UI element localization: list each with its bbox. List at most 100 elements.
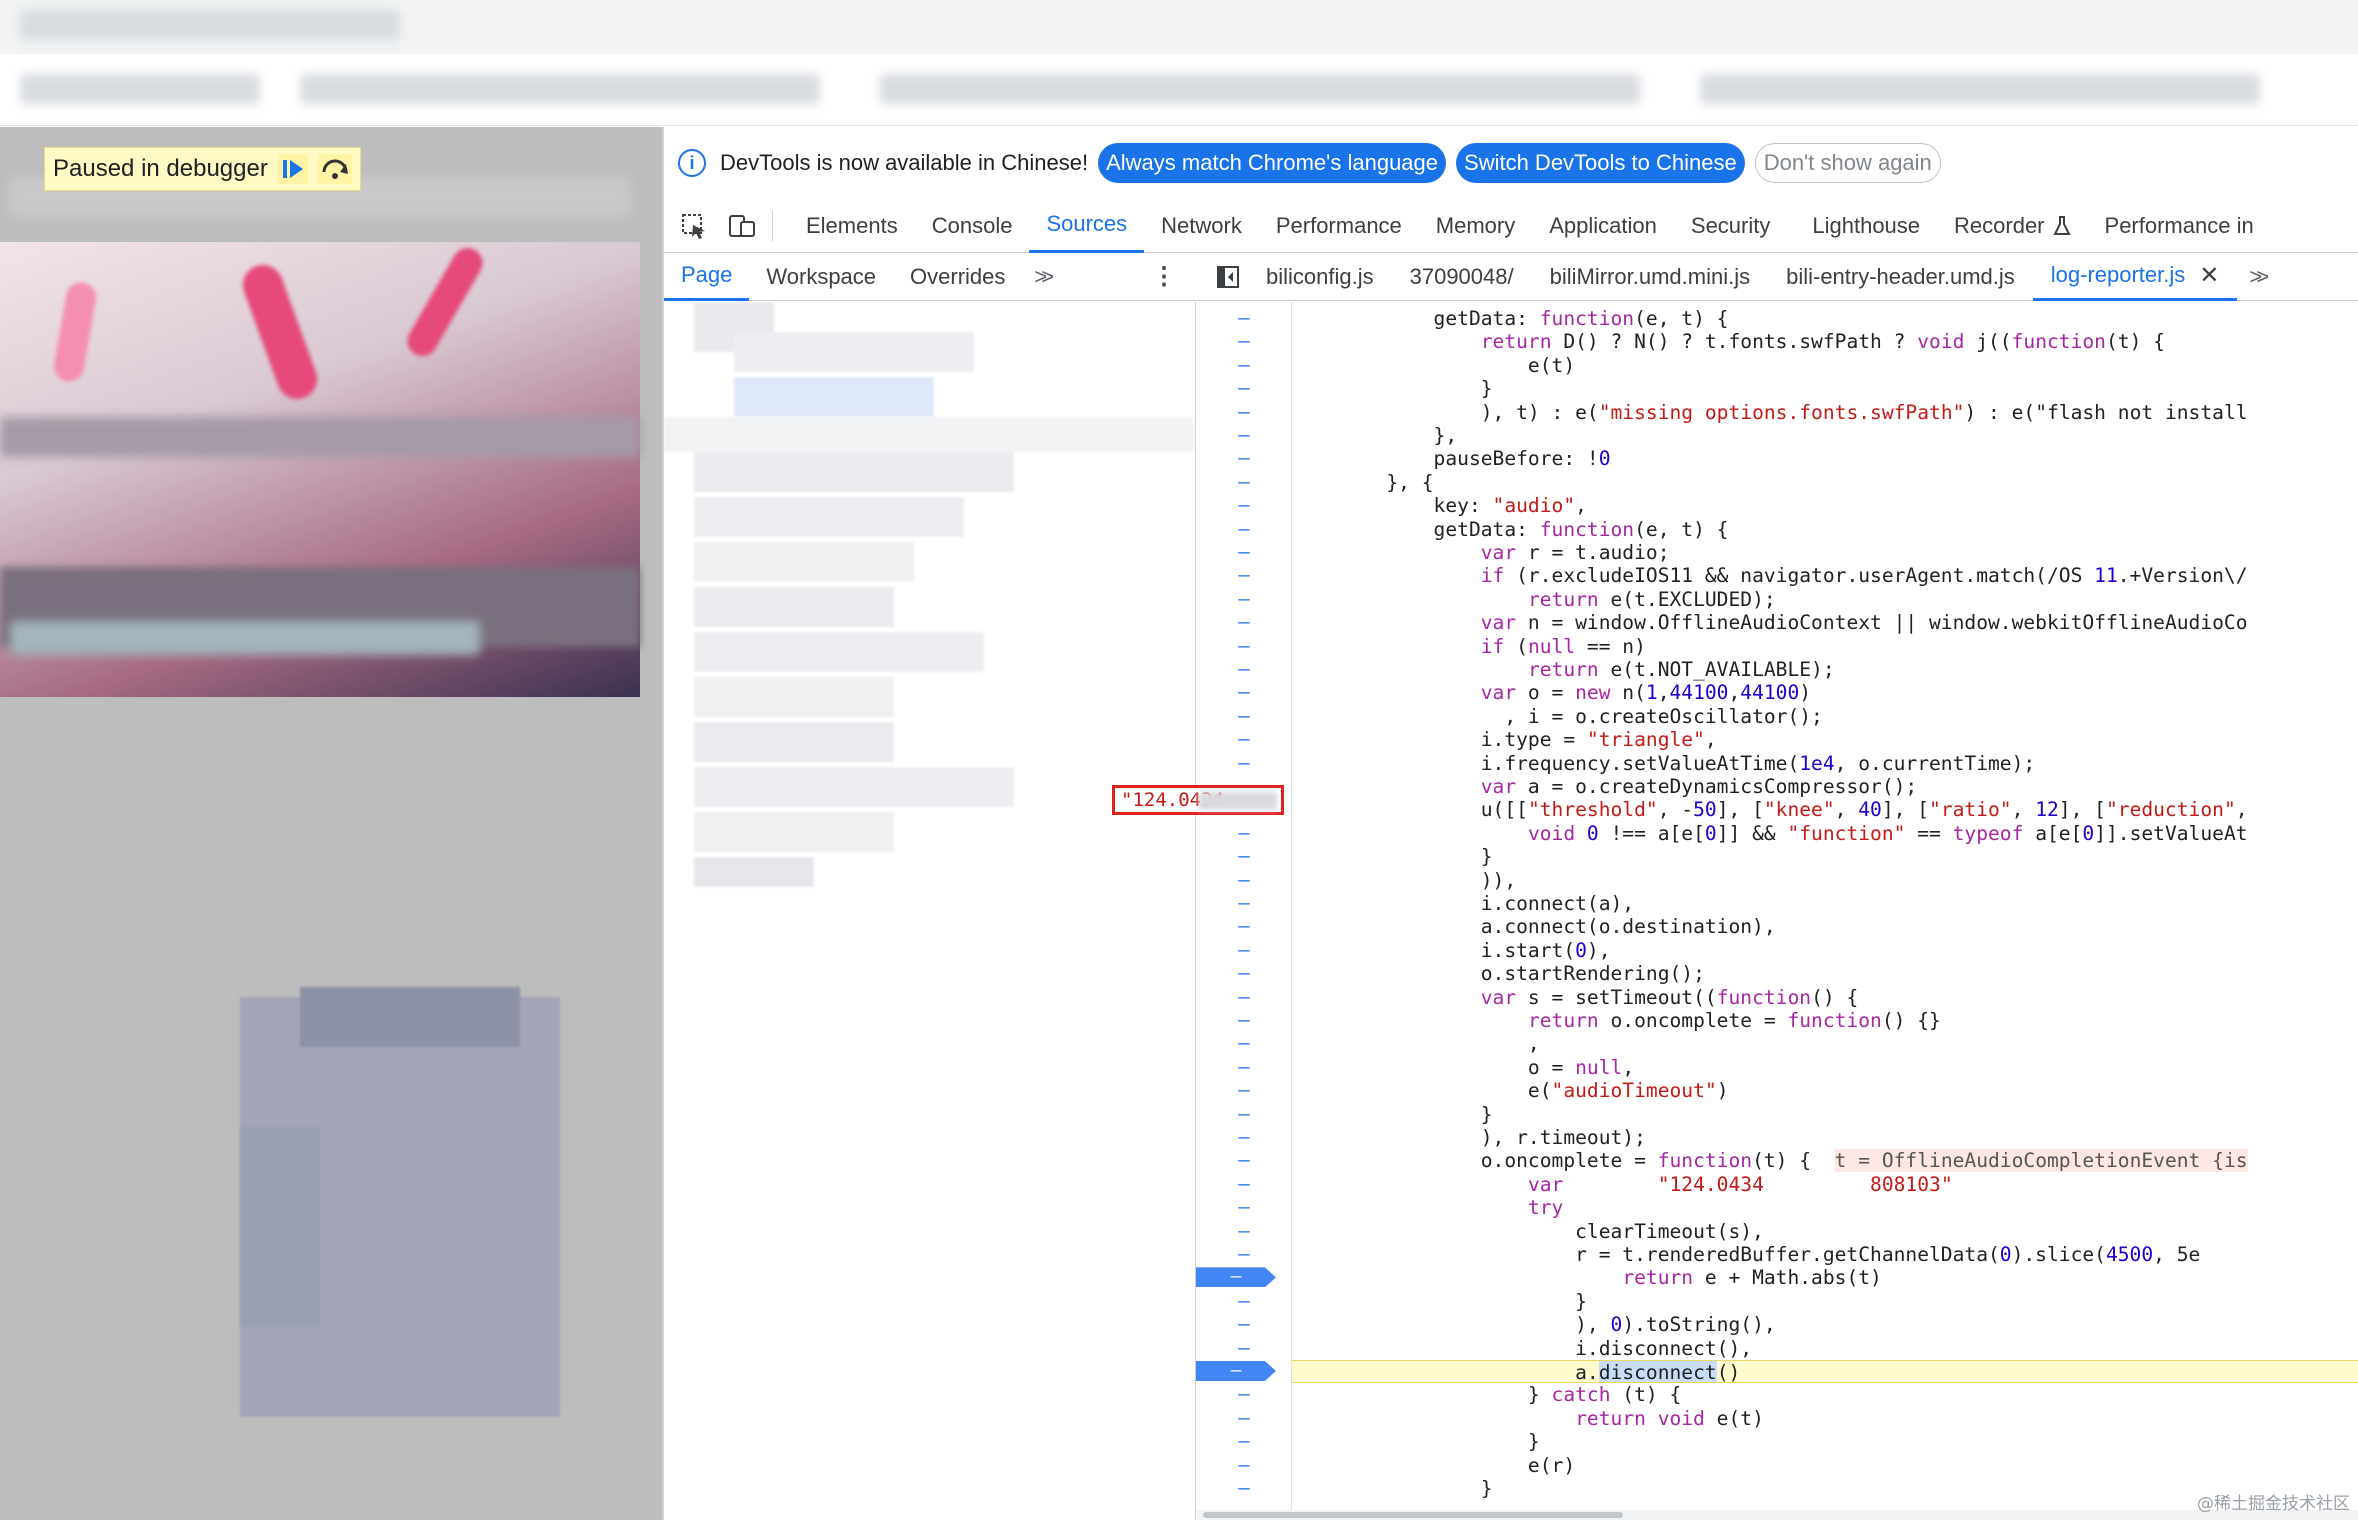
gutter-line[interactable]: – <box>1196 1220 1292 1243</box>
code-line: return e(t.NOT_AVAILABLE); <box>1527 658 1835 681</box>
file-tab-37090048[interactable]: 37090048/ <box>1392 253 1532 301</box>
gutter-line[interactable]: – <box>1196 401 1292 424</box>
devtools-main-tabs: Elements Console Sources Network Perform… <box>664 199 2358 253</box>
nav-tab-overrides[interactable]: Overrides <box>893 253 1022 301</box>
gutter-line[interactable]: – <box>1196 939 1292 962</box>
line-gutter[interactable]: – – – – – – – – – – – – – – – – – – – – – – – – – – – – – – – – – – – – – – – –… <box>1196 302 1292 1520</box>
gutter-line[interactable]: – <box>1196 1126 1292 1149</box>
gutter-line[interactable]: – <box>1196 1337 1292 1360</box>
dont-show-again-button[interactable]: Don't show again <box>1754 143 1941 183</box>
more-tabs-chevron-icon[interactable]: >> <box>1022 264 1060 290</box>
gutter-line[interactable]: – <box>1196 658 1292 681</box>
file-tab-bilimirror[interactable]: biliMirror.umd.mini.js <box>1532 253 1768 301</box>
code-line: , <box>1292 1032 1540 1056</box>
code-editor[interactable]: – – – – – – – – – – – – – – – – – – – – – – – – – – – – – – – – – – – – – – – –… <box>1196 302 2358 1520</box>
tab-elements[interactable]: Elements <box>789 199 915 253</box>
browser-toolbar <box>0 54 2358 126</box>
tab-lighthouse[interactable]: Lighthouse <box>1795 199 1937 253</box>
gutter-line[interactable]: – <box>1196 962 1292 985</box>
gutter-line[interactable]: – <box>1196 915 1292 938</box>
gutter-line[interactable]: – <box>1196 494 1292 517</box>
gutter-line[interactable]: – <box>1196 1196 1292 1219</box>
code-line: }, { <box>1292 470 1434 494</box>
gutter-line[interactable]: – <box>1196 752 1292 775</box>
gutter-line[interactable]: – <box>1196 1407 1292 1430</box>
breakpoint-marker[interactable]: – <box>1196 1267 1276 1288</box>
always-match-language-button[interactable]: Always match Chrome's language <box>1098 143 1447 183</box>
nav-tab-workspace[interactable]: Workspace <box>749 253 893 301</box>
gutter-line[interactable]: – <box>1196 1243 1292 1266</box>
tab-network[interactable]: Network <box>1144 199 1259 253</box>
gutter-line[interactable]: – <box>1196 1477 1292 1500</box>
gutter-line[interactable]: – <box>1196 728 1292 751</box>
gutter-line[interactable]: – <box>1196 986 1292 1009</box>
tab-recorder[interactable]: Recorder <box>1937 199 2087 253</box>
tab-console[interactable]: Console <box>915 199 1030 253</box>
editor-horizontal-scrollbar[interactable] <box>1197 1510 2358 1520</box>
gutter-line[interactable]: – <box>1196 1056 1292 1079</box>
close-tab-icon[interactable]: ✕ <box>2199 261 2219 290</box>
tab-separator <box>772 210 773 241</box>
gutter-line[interactable]: – <box>1196 1383 1292 1406</box>
tab-memory[interactable]: Memory <box>1419 199 1532 253</box>
gutter-line[interactable]: – <box>1196 447 1292 470</box>
gutter-line[interactable]: – <box>1196 1079 1292 1102</box>
gutter-line[interactable]: – <box>1196 1454 1292 1477</box>
inspect-element-icon[interactable] <box>676 208 712 244</box>
gutter-line[interactable]: – <box>1196 377 1292 400</box>
gutter-line[interactable]: – <box>1196 705 1292 728</box>
more-files-chevron-icon[interactable]: >> <box>2237 264 2275 290</box>
gutter-line[interactable]: – <box>1196 1313 1292 1336</box>
gutter-line[interactable]: – <box>1196 330 1292 353</box>
resume-icon[interactable] <box>277 154 308 184</box>
tab-sources[interactable]: Sources <box>1029 199 1145 253</box>
code-line: e(r) <box>1292 1453 1576 1477</box>
tab-application[interactable]: Application <box>1532 199 1674 253</box>
gutter-line[interactable]: – <box>1196 1149 1292 1172</box>
gutter-line[interactable]: – <box>1196 845 1292 868</box>
tab-security[interactable]: Security <box>1674 199 1787 253</box>
editor-file-tabs: biliconfig.js 37090048/ biliMirror.umd.m… <box>1196 253 2358 301</box>
step-over-icon[interactable] <box>317 154 352 184</box>
gutter-line[interactable]: – <box>1196 1290 1292 1313</box>
tab-performance-insights[interactable]: Performance in <box>2088 199 2271 253</box>
gutter-line[interactable]: – <box>1196 518 1292 541</box>
gutter-line[interactable]: – <box>1196 1009 1292 1032</box>
gutter-line[interactable]: – <box>1196 635 1292 658</box>
gutter-line[interactable]: – <box>1196 869 1292 892</box>
code-content[interactable]: getData: function(e, t) { return D() ? N… <box>1292 302 2358 1520</box>
gutter-line[interactable]: – <box>1196 1360 1292 1383</box>
gutter-line[interactable]: – <box>1196 1266 1292 1289</box>
gutter-line[interactable]: – <box>1196 424 1292 447</box>
gutter-line[interactable]: – <box>1196 822 1292 845</box>
gutter-line[interactable]: – <box>1196 1103 1292 1126</box>
scrollbar-thumb[interactable] <box>1203 1512 1623 1518</box>
toggle-navigator-icon[interactable] <box>1208 253 1248 301</box>
gutter-line[interactable]: – <box>1196 1032 1292 1055</box>
code-line: , i = o.createOscillator(); <box>1292 704 1823 728</box>
nav-tab-page[interactable]: Page <box>664 253 750 301</box>
code-line: var o = new n(1,44100,44100) <box>1480 681 1812 705</box>
gutter-line[interactable]: – <box>1196 1173 1292 1196</box>
paused-in-debugger-badge: Paused in debugger <box>44 147 361 191</box>
file-tab-log-reporter[interactable]: log-reporter.js ✕ <box>2032 253 2238 301</box>
gutter-line[interactable]: – <box>1196 588 1292 611</box>
gutter-line[interactable]: – <box>1196 1430 1292 1453</box>
gutter-line[interactable]: – <box>1196 307 1292 330</box>
sources-navigator-tabs: Page Workspace Overrides >> ⋮ <box>664 253 1196 301</box>
gutter-line[interactable]: – <box>1196 892 1292 915</box>
gutter-line[interactable]: – <box>1196 564 1292 587</box>
gutter-line[interactable]: – <box>1196 471 1292 494</box>
device-toolbar-icon[interactable] <box>724 208 760 244</box>
switch-to-chinese-button[interactable]: Switch DevTools to Chinese <box>1456 143 1745 183</box>
file-tab-bili-entry-header[interactable]: bili-entry-header.umd.js <box>1768 253 2033 301</box>
gutter-line[interactable]: – <box>1196 611 1292 634</box>
file-tab-biliconfig[interactable]: biliconfig.js <box>1248 253 1392 301</box>
breakpoint-marker[interactable]: – <box>1196 1361 1276 1381</box>
gutter-line[interactable]: – <box>1196 681 1292 704</box>
tab-performance[interactable]: Performance <box>1259 199 1419 253</box>
gutter-line[interactable]: – <box>1196 354 1292 377</box>
gutter-line[interactable]: – <box>1196 541 1292 564</box>
code-line: ), 0).toString(), <box>1292 1313 1776 1337</box>
more-options-icon[interactable]: ⋮ <box>1152 262 1176 291</box>
